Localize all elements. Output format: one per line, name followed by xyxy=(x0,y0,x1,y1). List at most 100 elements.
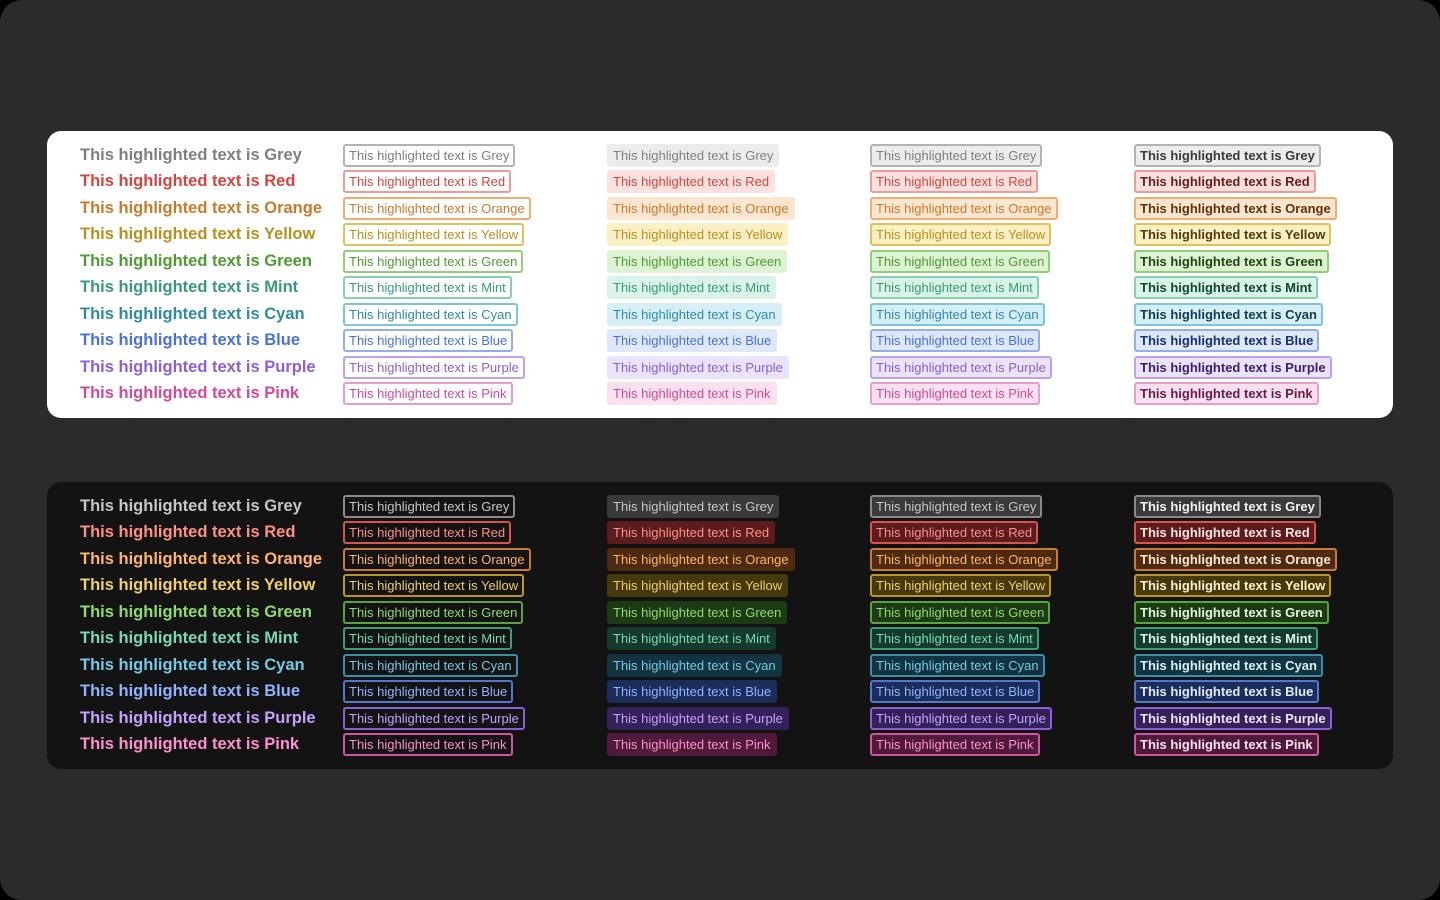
filled-outlined-highlight-green: This highlighted text is Green xyxy=(870,249,1051,273)
list-item: This highlighted text is Blue xyxy=(1134,328,1337,355)
filled-outlined-highlight-blue: This highlighted text is Blue xyxy=(870,329,1041,353)
list-item: This highlighted text is Grey xyxy=(343,493,531,520)
outlined-highlight-red: This highlighted text is Red xyxy=(343,521,512,545)
plain-text-yellow: This highlighted text is Yellow xyxy=(80,576,316,595)
outlined-highlight-grey: This highlighted text is Grey xyxy=(343,143,516,167)
strong-highlight-mint: This highlighted text is Mint xyxy=(1134,276,1318,300)
list-item: This highlighted text is Yellow xyxy=(343,222,531,249)
filled-highlight-orange: This highlighted text is Orange xyxy=(607,547,795,571)
list-item: This highlighted text is Purple xyxy=(80,705,322,732)
list-item: This highlighted text is Green xyxy=(80,599,322,626)
list-item: This highlighted text is Cyan xyxy=(870,301,1058,328)
strong-highlight-cyan: This highlighted text is Cyan xyxy=(1134,653,1323,677)
filled-highlight-grey: This highlighted text is Grey xyxy=(607,494,780,518)
list-item: This highlighted text is Orange xyxy=(80,195,322,222)
list-item: This highlighted text is Blue xyxy=(607,328,795,355)
list-item: This highlighted text is Green xyxy=(607,248,795,275)
list-item: This highlighted text is Orange xyxy=(607,195,795,222)
outlined-highlight-green: This highlighted text is Green xyxy=(343,600,524,624)
filled-highlight-grey: This highlighted text is Grey xyxy=(607,143,780,167)
filled-highlight-yellow: This highlighted text is Yellow xyxy=(607,574,789,598)
list-item: This highlighted text is Pink xyxy=(80,732,322,759)
filled-outlined-highlight-mint: This highlighted text is Mint xyxy=(870,276,1039,300)
outlined-highlight-purple: This highlighted text is Purple xyxy=(343,355,525,379)
filled-highlight-red: This highlighted text is Red xyxy=(607,170,776,194)
strong-highlight-yellow: This highlighted text is Yellow xyxy=(1134,223,1332,247)
list-item: This highlighted text is Mint xyxy=(1134,626,1337,653)
plain-text-orange: This highlighted text is Orange xyxy=(80,198,323,217)
filled-highlight-purple: This highlighted text is Purple xyxy=(607,355,789,379)
list-item: This highlighted text is Cyan xyxy=(80,301,322,328)
filled-outlined-highlight-blue: This highlighted text is Blue xyxy=(870,680,1041,704)
strong-highlight-green: This highlighted text is Green xyxy=(1134,249,1329,273)
dark-theme-panel: This highlighted text is Grey This highli… xyxy=(47,482,1393,769)
strong-highlight-blue: This highlighted text is Blue xyxy=(1134,680,1320,704)
list-item: This highlighted text is Mint xyxy=(80,275,322,302)
list-item: This highlighted text is Green xyxy=(870,248,1058,275)
app-canvas: This highlighted text is Grey This highli… xyxy=(0,0,1440,900)
plain-text-orange: This highlighted text is Orange xyxy=(80,549,323,568)
filled-highlight-green: This highlighted text is Green xyxy=(607,249,788,273)
list-item: This highlighted text is Orange xyxy=(343,195,531,222)
list-item: This highlighted text is Blue xyxy=(870,328,1058,355)
outlined-highlight-yellow: This highlighted text is Yellow xyxy=(343,574,525,598)
list-item: This highlighted text is Blue xyxy=(343,328,531,355)
strong-highlight-grey: This highlighted text is Grey xyxy=(1134,143,1321,167)
list-item: This highlighted text is Cyan xyxy=(1134,301,1337,328)
filled-outlined-highlight-purple: This highlighted text is Purple xyxy=(870,355,1052,379)
list-item: This highlighted text is Pink xyxy=(80,381,322,408)
list-item: This highlighted text is Blue xyxy=(343,679,531,706)
list-item: This highlighted text is Mint xyxy=(607,626,795,653)
list-item: This highlighted text is Red xyxy=(343,520,531,547)
list-item: This highlighted text is Mint xyxy=(870,275,1058,302)
list-item: This highlighted text is Pink xyxy=(607,381,795,408)
list-item: This highlighted text is Purple xyxy=(343,705,531,732)
plain-text-grey: This highlighted text is Grey xyxy=(80,145,302,164)
list-item: This highlighted text is Green xyxy=(80,248,322,275)
filled-outlined-highlight-orange: This highlighted text is Orange xyxy=(870,196,1058,220)
plain-text-purple: This highlighted text is Purple xyxy=(80,357,316,376)
list-item: This highlighted text is Yellow xyxy=(607,573,795,600)
list-item: This highlighted text is Yellow xyxy=(870,573,1058,600)
strong-highlight-purple: This highlighted text is Purple xyxy=(1134,706,1332,730)
strong-highlight-grey: This highlighted text is Grey xyxy=(1134,494,1321,518)
list-item: This highlighted text is Mint xyxy=(607,275,795,302)
filled-highlight-green: This highlighted text is Green xyxy=(607,600,788,624)
plain-text-red: This highlighted text is Red xyxy=(80,523,296,542)
list-item: This highlighted text is Purple xyxy=(607,354,795,381)
plain-text-grey: This highlighted text is Grey xyxy=(80,496,302,515)
outlined-highlight-grey: This highlighted text is Grey xyxy=(343,494,516,518)
filled-outlined-highlight-yellow: This highlighted text is Yellow xyxy=(870,223,1052,247)
filled-outlined-highlight-cyan: This highlighted text is Cyan xyxy=(870,653,1045,677)
outlined-highlight-pink: This highlighted text is Pink xyxy=(343,733,513,757)
outlined-highlight-yellow: This highlighted text is Yellow xyxy=(343,223,525,247)
plain-text-mint: This highlighted text is Mint xyxy=(80,278,299,297)
strong-highlight-cyan: This highlighted text is Cyan xyxy=(1134,302,1323,326)
list-item: This highlighted text is Yellow xyxy=(80,573,322,600)
list-item: This highlighted text is Green xyxy=(607,599,795,626)
strong-highlight-blue: This highlighted text is Blue xyxy=(1134,329,1320,353)
list-item: This highlighted text is Red xyxy=(607,169,795,196)
outlined-highlight-pink: This highlighted text is Pink xyxy=(343,382,513,406)
filled-highlight-mint: This highlighted text is Mint xyxy=(607,276,776,300)
outlined-highlight-mint: This highlighted text is Mint xyxy=(343,627,512,651)
plain-text-purple: This highlighted text is Purple xyxy=(80,708,316,727)
list-item: This highlighted text is Grey xyxy=(607,493,795,520)
list-item: This highlighted text is Green xyxy=(343,248,531,275)
outlined-highlight-blue: This highlighted text is Blue xyxy=(343,680,514,704)
light-theme-panel: This highlighted text is Grey This highli… xyxy=(47,131,1393,418)
filled-highlight-mint: This highlighted text is Mint xyxy=(607,627,776,651)
list-item: This highlighted text is Purple xyxy=(870,705,1058,732)
plain-text-cyan: This highlighted text is Cyan xyxy=(80,304,305,323)
list-item: This highlighted text is Grey xyxy=(1134,142,1337,169)
list-item: This highlighted text is Yellow xyxy=(870,222,1058,249)
strong-highlight-red: This highlighted text is Red xyxy=(1134,521,1316,545)
plain-text-pink: This highlighted text is Pink xyxy=(80,735,300,754)
outlined-highlight-mint: This highlighted text is Mint xyxy=(343,276,512,300)
list-item: This highlighted text is Grey xyxy=(1134,493,1337,520)
plain-text-green: This highlighted text is Green xyxy=(80,251,312,270)
list-item: This highlighted text is Mint xyxy=(343,626,531,653)
plain-text-blue: This highlighted text is Blue xyxy=(80,331,301,350)
filled-outlined-highlight-yellow: This highlighted text is Yellow xyxy=(870,574,1052,598)
list-item: This highlighted text is Orange xyxy=(870,195,1058,222)
